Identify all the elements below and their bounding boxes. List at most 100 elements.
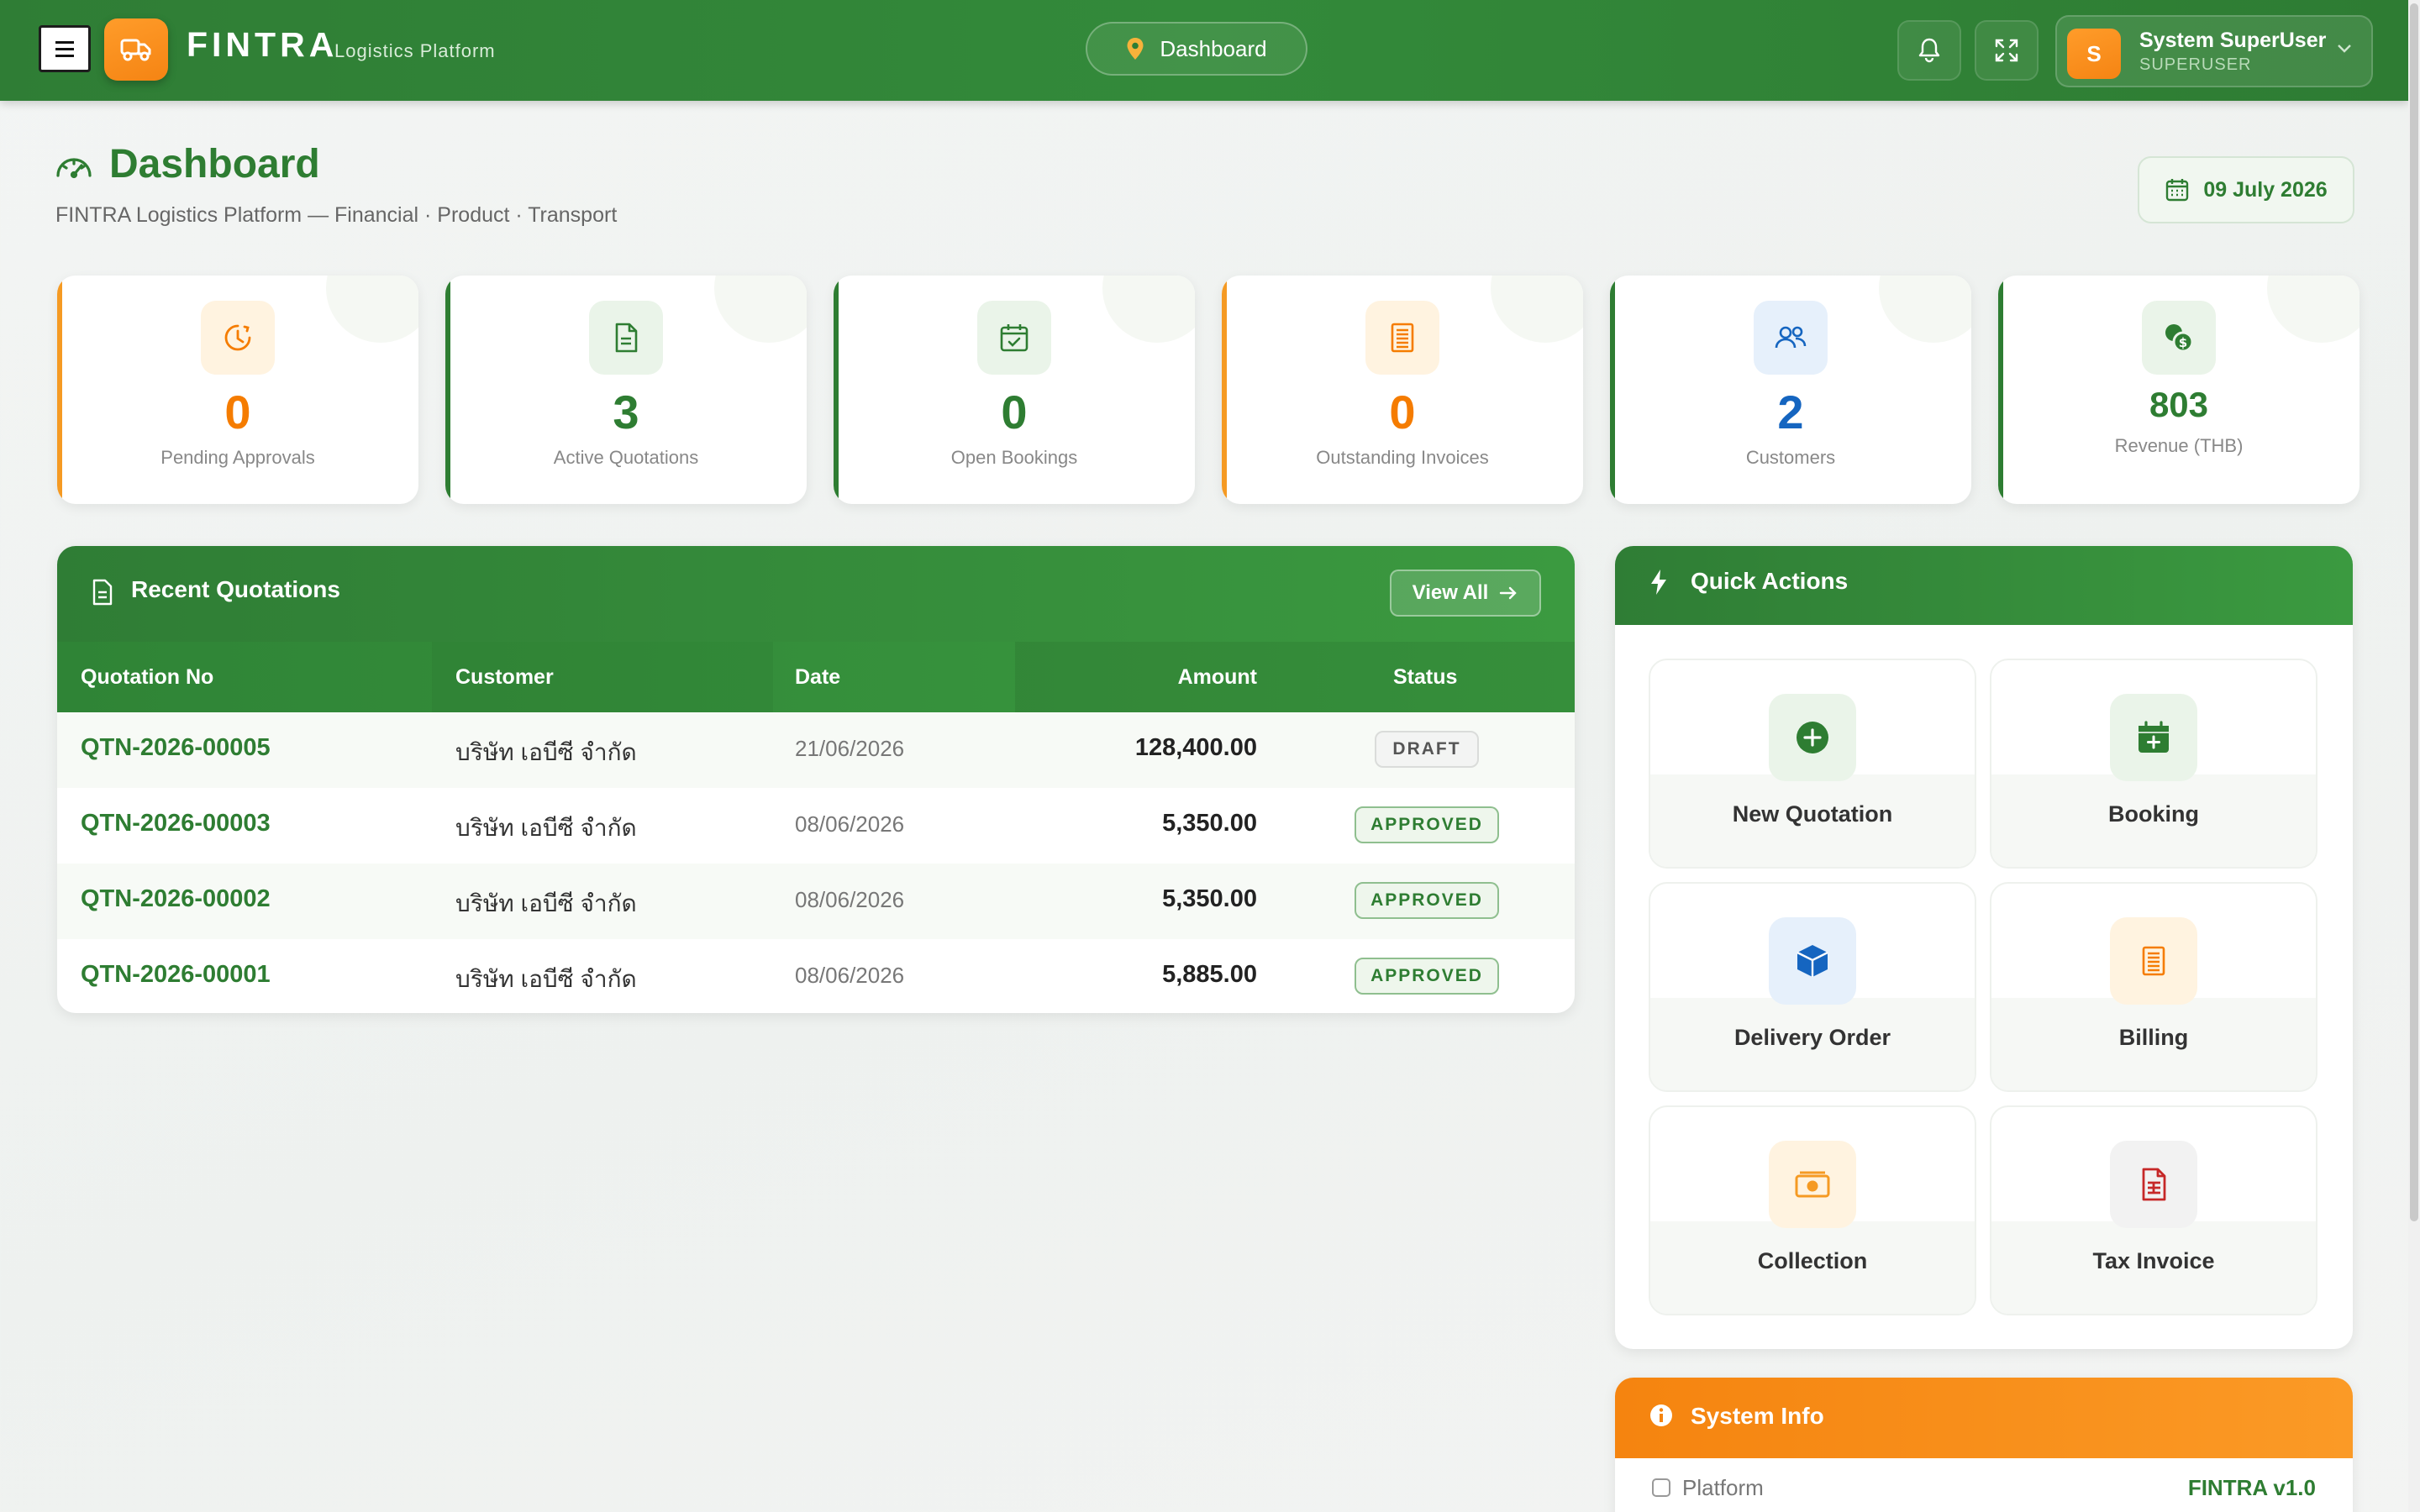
- stat-card-outstanding-invoices[interactable]: 0 Outstanding Invoices: [1222, 276, 1583, 504]
- view-all-button[interactable]: View All: [1390, 570, 1541, 617]
- quotation-number-link[interactable]: QTN-2026-00002: [81, 885, 271, 913]
- date-display[interactable]: 09 July 2026: [2138, 156, 2354, 223]
- quick-actions-title: Quick Actions: [1691, 568, 1849, 594]
- avatar: S: [2067, 29, 2121, 79]
- truck-logo-icon[interactable]: [104, 18, 168, 81]
- receipt-icon: [1365, 301, 1439, 375]
- chevron-down-icon: [2338, 45, 2351, 53]
- card-decoration: [1879, 276, 1971, 343]
- expand-icon: [1995, 39, 2018, 62]
- stat-card-active-quotations[interactable]: 3 Active Quotations: [445, 276, 807, 504]
- stat-value: 0: [1389, 386, 1416, 438]
- stat-card-pending-approvals[interactable]: 0 Pending Approvals: [57, 276, 418, 504]
- user-name: System SuperUser: [2139, 29, 2327, 52]
- customer-name: บริษัท เอบีซี จำกัด: [455, 739, 637, 765]
- menu-icon: [55, 47, 74, 50]
- quick-action-collection[interactable]: Collection: [1649, 1105, 1976, 1315]
- stat-value: 803: [2149, 385, 2209, 424]
- recent-quotations-title: Recent Quotations: [131, 576, 340, 602]
- top-bar: FINTRA Logistics Platform Dashboard S Sy…: [0, 0, 2408, 101]
- quotation-amount: 5,885.00: [1162, 961, 1257, 988]
- quick-action-label: Delivery Order: [1733, 1025, 1891, 1050]
- quick-action-booking[interactable]: Booking: [1990, 659, 2317, 869]
- quick-action-delivery-order[interactable]: Delivery Order: [1649, 882, 1976, 1092]
- column-header-quotation-no[interactable]: Quotation No: [81, 665, 213, 690]
- quotation-date: 08/06/2026: [795, 887, 905, 912]
- system-info-row: Platform FINTRA v1.0: [1615, 1472, 2353, 1505]
- quick-actions-header: Quick Actions: [1615, 546, 2353, 625]
- status-badge: DRAFT: [1375, 731, 1479, 768]
- quick-action-billing[interactable]: Billing: [1990, 882, 2317, 1092]
- stat-value: 2: [1777, 386, 1804, 438]
- date-label: 09 July 2026: [2203, 177, 2328, 202]
- file-invoice-icon: [2110, 1141, 2197, 1228]
- column-header-date[interactable]: Date: [795, 665, 840, 690]
- quick-action-label: Booking: [2108, 801, 2199, 827]
- stat-card-customers[interactable]: 2 Customers: [1610, 276, 1971, 504]
- document-icon: [92, 579, 113, 606]
- stat-label: Active Quotations: [553, 447, 699, 468]
- quick-action-label: Tax Invoice: [2092, 1248, 2215, 1273]
- user-menu[interactable]: S System SuperUser SUPERUSER: [2055, 15, 2373, 87]
- page-subtitle: FINTRA Logistics Platform — Financial · …: [55, 203, 618, 227]
- scrollbar-thumb[interactable]: [2410, 3, 2418, 1221]
- quick-action-label: Billing: [2118, 1025, 2189, 1050]
- view-all-label: View All: [1412, 581, 1489, 604]
- calendar-icon: [2166, 179, 2189, 202]
- column-header-customer[interactable]: Customer: [455, 665, 554, 690]
- quotation-amount: 5,350.00: [1162, 810, 1257, 837]
- breadcrumb-label: Dashboard: [1160, 35, 1267, 61]
- stat-value: 0: [1001, 386, 1028, 438]
- users-icon: [1754, 301, 1828, 375]
- stat-value: 3: [613, 386, 639, 438]
- status-badge: APPROVED: [1355, 806, 1499, 843]
- clock-icon: [201, 301, 275, 375]
- lightning-icon: [1651, 570, 1666, 595]
- receipt-icon: [2110, 917, 2197, 1005]
- card-decoration: [2267, 276, 2360, 343]
- brand-subtitle: Logistics Platform: [334, 40, 496, 61]
- status-badge: APPROVED: [1355, 958, 1499, 995]
- stat-value: 0: [224, 386, 251, 438]
- system-info-header: System Info: [1615, 1378, 2353, 1458]
- money-icon: $: [2142, 301, 2216, 375]
- table-row[interactable]: QTN-2026-00003 บริษัท เอบีซี จำกัด 08/06…: [57, 788, 1575, 864]
- status-badge: APPROVED: [1355, 882, 1499, 919]
- card-decoration: [326, 276, 418, 343]
- table-row[interactable]: QTN-2026-00002 บริษัท เอบีซี จำกัด 08/06…: [57, 864, 1575, 939]
- arrow-right-icon: [1500, 586, 1518, 600]
- quick-action-tax-invoice[interactable]: Tax Invoice: [1990, 1105, 2317, 1315]
- plus-circle-icon: [1769, 694, 1856, 781]
- calendar-plus-icon: [2110, 694, 2197, 781]
- quotation-amount: 128,400.00: [1134, 734, 1257, 761]
- stat-card-open-bookings[interactable]: 0 Open Bookings: [834, 276, 1195, 504]
- stat-card-revenue-thb[interactable]: $ 803 Revenue (THB): [1998, 276, 2360, 504]
- quick-action-label: Collection: [1757, 1248, 1868, 1273]
- quick-action-label: New Quotation: [1732, 801, 1893, 827]
- table-row[interactable]: QTN-2026-00005 บริษัท เอบีซี จำกัด 21/06…: [57, 712, 1575, 788]
- checkbox-icon: [1652, 1478, 1670, 1497]
- quotation-number-link[interactable]: QTN-2026-00003: [81, 810, 271, 837]
- box-icon: [1769, 917, 1856, 1005]
- column-header-amount[interactable]: Amount: [1178, 665, 1257, 690]
- document-icon: [589, 301, 663, 375]
- stat-label: Customers: [1745, 447, 1836, 468]
- stat-label: Outstanding Invoices: [1316, 447, 1489, 468]
- quotation-number-link[interactable]: QTN-2026-00001: [81, 961, 271, 989]
- customer-name: บริษัท เอบีซี จำกัด: [455, 815, 637, 841]
- system-info-panel: System Info Platform FINTRA v1.0: [1615, 1378, 2353, 1512]
- quick-action-new-quotation[interactable]: New Quotation: [1649, 659, 1976, 869]
- notifications-button[interactable]: [1897, 20, 1961, 81]
- info-icon: [1650, 1404, 1672, 1426]
- quotation-date: 21/06/2026: [795, 736, 905, 761]
- quick-actions-panel: Quick Actions New Quotation Booking Deli…: [1615, 546, 2353, 1349]
- table-row[interactable]: QTN-2026-00001 บริษัท เอบีซี จำกัด 08/06…: [57, 939, 1575, 1013]
- quotations-table-header: Quotation No Customer Date Amount Status: [57, 642, 1575, 712]
- quotation-number-link[interactable]: QTN-2026-00005: [81, 734, 271, 762]
- location-pin-icon: [1127, 38, 1144, 60]
- fullscreen-button[interactable]: [1975, 20, 2039, 81]
- breadcrumb[interactable]: Dashboard: [1086, 22, 1307, 76]
- column-header-status[interactable]: Status: [1393, 665, 1457, 690]
- hamburger-menu-button[interactable]: [39, 25, 91, 72]
- stat-label: Open Bookings: [950, 447, 1078, 468]
